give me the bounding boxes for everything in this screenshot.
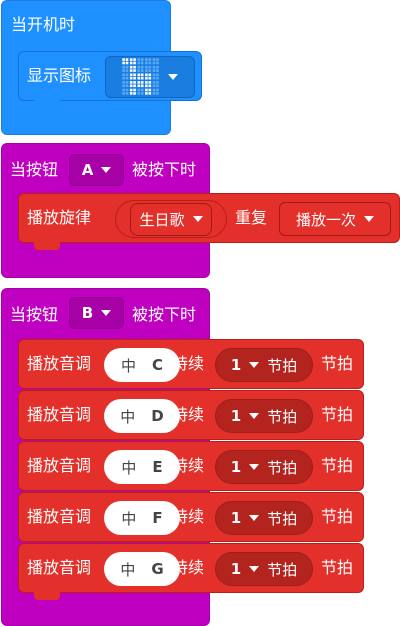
duration-label: 持续 [172,507,205,526]
giraffe-icon [122,58,159,95]
block-notch [34,592,60,600]
beats-value: 1 [230,356,242,374]
beats-suffix: 节拍 [321,507,354,526]
beat-unit: 节拍 [267,458,298,477]
beats-value: 1 [230,458,242,476]
on-start-label: 当开机时 [11,15,76,34]
play-tone-label: 播放音调 [27,405,92,424]
beats-suffix: 节拍 [321,558,354,577]
button-a-value: A [81,161,94,179]
pitch-octave: 中 [120,407,136,426]
melody-dropdown[interactable]: 生日歌 [115,200,227,238]
chevron-down-icon [249,362,260,368]
pitch-octave: 中 [120,356,136,375]
beats-suffix: 节拍 [321,354,354,373]
play-melody-label: 播放旋律 [27,208,92,227]
duration-label: 持续 [172,558,205,577]
beats-value: 1 [230,407,242,425]
block-notch [34,242,60,250]
chevron-down-icon [249,566,260,572]
on-button-prefix: 当按钮 [10,160,59,179]
pitch-octave: 中 [120,560,136,579]
play-tone-block[interactable]: 播放音调 中 C 持续 1 节拍 节拍 [18,339,364,389]
play-tone-label: 播放音调 [27,558,92,577]
pitch-letter: E [152,458,163,476]
button-a-dropdown[interactable]: A [69,154,124,186]
chevron-down-icon [101,167,112,173]
play-tone-label: 播放音调 [27,354,92,373]
beats-dropdown[interactable]: 1 节拍 [215,399,313,433]
pitch-field[interactable]: 中 E [104,450,180,484]
beats-dropdown[interactable]: 1 节拍 [215,552,313,586]
pitch-letter: F [152,509,163,527]
icon-dropdown[interactable] [105,56,195,98]
pitch-octave: 中 [121,458,137,477]
beat-unit: 节拍 [267,407,298,426]
pitch-letter: C [152,356,164,374]
play-melody-block[interactable]: 播放旋律 生日歌 重复 播放一次 [18,193,400,243]
pitch-field[interactable]: 中 C [104,348,180,382]
button-b-value: B [81,304,94,322]
beats-value: 1 [230,509,242,527]
chevron-down-icon [168,74,178,80]
pitch-field[interactable]: 中 G [104,552,180,586]
play-tone-block[interactable]: 播放音调 中 D 持续 1 节拍 节拍 [18,390,364,440]
duration-label: 持续 [172,456,205,475]
play-tone-block[interactable]: 播放音调 中 E 持续 1 节拍 节拍 [18,441,364,491]
chevron-down-icon [249,515,260,521]
on-button-suffix: 被按下时 [132,305,197,324]
repeat-label: 重复 [235,208,268,227]
duration-label: 持续 [172,354,205,373]
play-tone-block[interactable]: 播放音调 中 F 持续 1 节拍 节拍 [18,492,364,542]
beat-unit: 节拍 [267,560,298,579]
on-button-prefix: 当按钮 [10,305,59,324]
beats-dropdown[interactable]: 1 节拍 [215,501,313,535]
repeat-value: 播放一次 [295,210,356,229]
beat-unit: 节拍 [267,356,298,375]
chevron-down-icon [192,216,203,222]
pitch-octave: 中 [121,509,137,528]
button-b-dropdown[interactable]: B [69,297,124,329]
on-button-suffix: 被按下时 [132,160,197,179]
play-tone-block[interactable]: 播放音调 中 G 持续 1 节拍 节拍 [18,543,364,593]
beats-value: 1 [230,560,242,578]
beats-suffix: 节拍 [321,405,354,424]
duration-label: 持续 [172,405,205,424]
show-icon-block[interactable]: 显示图标 [18,51,202,101]
block-notch [34,100,60,108]
chevron-down-icon [101,310,112,316]
play-tone-label: 播放音调 [27,456,92,475]
chevron-down-icon [249,413,260,419]
beats-suffix: 节拍 [321,456,354,475]
repeat-dropdown[interactable]: 播放一次 [279,202,391,236]
play-tone-label: 播放音调 [27,507,92,526]
beats-dropdown[interactable]: 1 节拍 [215,348,313,382]
chevron-down-icon [364,216,374,222]
beat-unit: 节拍 [267,509,298,528]
pitch-field[interactable]: 中 F [104,501,180,535]
beats-dropdown[interactable]: 1 节拍 [215,450,313,484]
pitch-letter: G [151,560,164,578]
pitch-field[interactable]: 中 D [104,399,180,433]
chevron-down-icon [249,464,260,470]
melody-value: 生日歌 [139,210,185,229]
pitch-letter: D [151,407,164,425]
show-icon-label: 显示图标 [27,66,92,85]
